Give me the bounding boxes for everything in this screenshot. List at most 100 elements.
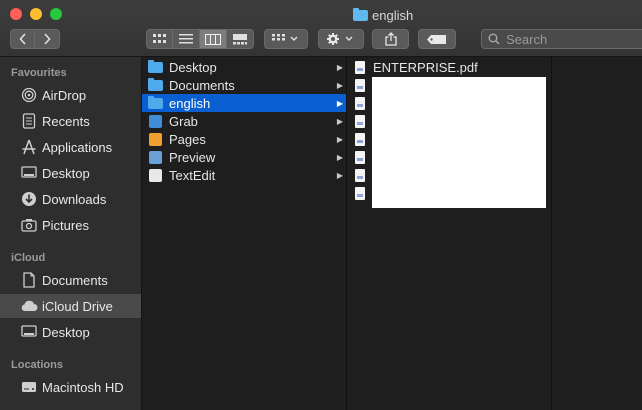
sidebar-item-downloads[interactable]: Downloads <box>0 187 141 211</box>
item-label: Preview <box>169 149 216 165</box>
browser-column-3 <box>552 57 642 410</box>
list-item-grab[interactable]: Grab ▶ <box>142 112 346 130</box>
sidebar-item-label: Desktop <box>42 324 90 340</box>
folder-icon <box>148 59 163 73</box>
list-item-documents[interactable]: Documents ▶ <box>142 76 346 94</box>
sidebar-item-icloud-documents[interactable]: Documents <box>0 268 141 292</box>
list-icon <box>179 34 193 44</box>
forward-button[interactable] <box>35 29 60 49</box>
search-input[interactable] <box>506 31 636 47</box>
grab-app-icon <box>149 114 162 128</box>
desktop-icon <box>20 323 38 341</box>
document-icon <box>20 271 38 289</box>
list-item-preview[interactable]: Preview ▶ <box>142 148 346 166</box>
icon-view-button[interactable] <box>146 29 173 49</box>
item-label: Desktop <box>169 59 217 75</box>
gallery-icon <box>233 33 247 44</box>
back-button[interactable] <box>10 29 35 49</box>
downloads-icon <box>20 190 38 208</box>
columns-icon <box>205 33 221 45</box>
sidebar: Favourites AirDrop Recents Applications … <box>0 57 142 410</box>
disclosure-arrow-icon: ▶ <box>336 116 343 126</box>
sidebar-item-applications[interactable]: Applications <box>0 135 141 159</box>
gear-icon <box>327 33 353 45</box>
folder-icon <box>148 77 163 91</box>
pdf-file-icon <box>355 168 365 182</box>
sidebar-item-label: Macintosh HD <box>42 379 124 395</box>
search-field[interactable] <box>481 29 642 49</box>
cloud-icon <box>20 297 38 315</box>
pdf-file-icon <box>355 186 365 200</box>
grid-dropdown-icon <box>272 34 298 41</box>
applications-icon <box>20 138 38 156</box>
group-by-button[interactable] <box>264 29 308 49</box>
sidebar-item-icloud-drive[interactable]: iCloud Drive <box>0 294 141 318</box>
sidebar-item-label: AirDrop <box>42 87 87 103</box>
search-icon <box>488 33 500 45</box>
sidebar-item-pictures[interactable]: Pictures <box>0 213 141 237</box>
gallery-view-button[interactable] <box>227 29 254 49</box>
title-bar: english <box>0 0 642 57</box>
sidebar-item-icloud-desktop[interactable]: Desktop <box>0 320 141 344</box>
disclosure-arrow-icon: ▶ <box>336 98 343 108</box>
minimize-window-button[interactable] <box>30 8 42 20</box>
list-item-pages[interactable]: Pages ▶ <box>142 130 346 148</box>
column-view-button[interactable] <box>200 29 227 49</box>
view-mode-buttons <box>146 29 254 49</box>
browser-column-1: Desktop ▶ Documents ▶ english ▶ Grab ▶ P… <box>142 57 347 410</box>
item-label: Grab <box>169 113 198 129</box>
list-item-textedit[interactable]: TextEdit ▶ <box>142 166 346 184</box>
pdf-file-icon <box>355 132 365 146</box>
sidebar-item-airdrop[interactable]: AirDrop <box>0 83 141 107</box>
pdf-file-icon <box>355 60 365 74</box>
tag-icon <box>427 34 446 44</box>
sidebar-item-recents[interactable]: Recents <box>0 109 141 133</box>
folder-icon <box>148 95 163 109</box>
sidebar-item-desktop[interactable]: Desktop <box>0 161 141 185</box>
list-item-pdf[interactable]: ENTERPRISE.pdf <box>347 58 551 76</box>
pages-app-icon <box>149 132 162 146</box>
list-view-button[interactable] <box>173 29 200 49</box>
tag-button[interactable] <box>418 29 456 49</box>
pictures-icon <box>20 216 38 234</box>
sidebar-section-locations: Locations <box>11 359 63 371</box>
chevron-left-icon <box>18 33 26 45</box>
pdf-file-icon <box>355 150 365 164</box>
zoom-window-button[interactable] <box>50 8 62 20</box>
item-label: ENTERPRISE.pdf <box>373 59 478 75</box>
sidebar-item-label: iCloud Drive <box>42 298 113 314</box>
close-window-button[interactable] <box>10 8 22 20</box>
desktop-icon <box>20 164 38 182</box>
preview-app-icon <box>149 150 162 164</box>
window-title-text: english <box>372 7 414 23</box>
grid-icon <box>152 34 166 43</box>
sidebar-item-label: Downloads <box>42 191 107 207</box>
item-label: Pages <box>169 131 206 147</box>
sidebar-section-favourites: Favourites <box>11 67 67 79</box>
disclosure-arrow-icon: ▶ <box>336 134 343 144</box>
list-item-english[interactable]: english ▶ <box>142 94 346 112</box>
sidebar-item-label: Applications <box>42 139 113 155</box>
pdf-file-icon <box>355 114 365 128</box>
share-icon <box>384 32 397 46</box>
sidebar-item-label: Desktop <box>42 165 90 181</box>
sidebar-section-icloud: iCloud <box>11 252 46 264</box>
sidebar-item-label: Documents <box>42 272 108 288</box>
sidebar-item-macintosh-hd[interactable]: Macintosh HD <box>0 375 141 399</box>
item-label: Documents <box>169 77 235 93</box>
recents-icon <box>20 112 38 130</box>
disclosure-arrow-icon: ▶ <box>336 80 343 90</box>
action-button[interactable] <box>318 29 364 49</box>
sidebar-item-label: Recents <box>42 113 90 129</box>
window-title: english <box>353 6 413 24</box>
sidebar-item-label: Pictures <box>42 217 89 233</box>
folder-icon <box>353 7 368 21</box>
share-button[interactable] <box>372 29 409 49</box>
airdrop-icon <box>20 86 38 104</box>
list-item-desktop[interactable]: Desktop ▶ <box>142 58 346 76</box>
item-label: english <box>169 95 211 111</box>
pdf-file-icon <box>355 78 365 92</box>
disclosure-arrow-icon: ▶ <box>336 170 343 180</box>
textedit-app-icon <box>149 168 162 182</box>
harddrive-icon <box>20 378 38 396</box>
